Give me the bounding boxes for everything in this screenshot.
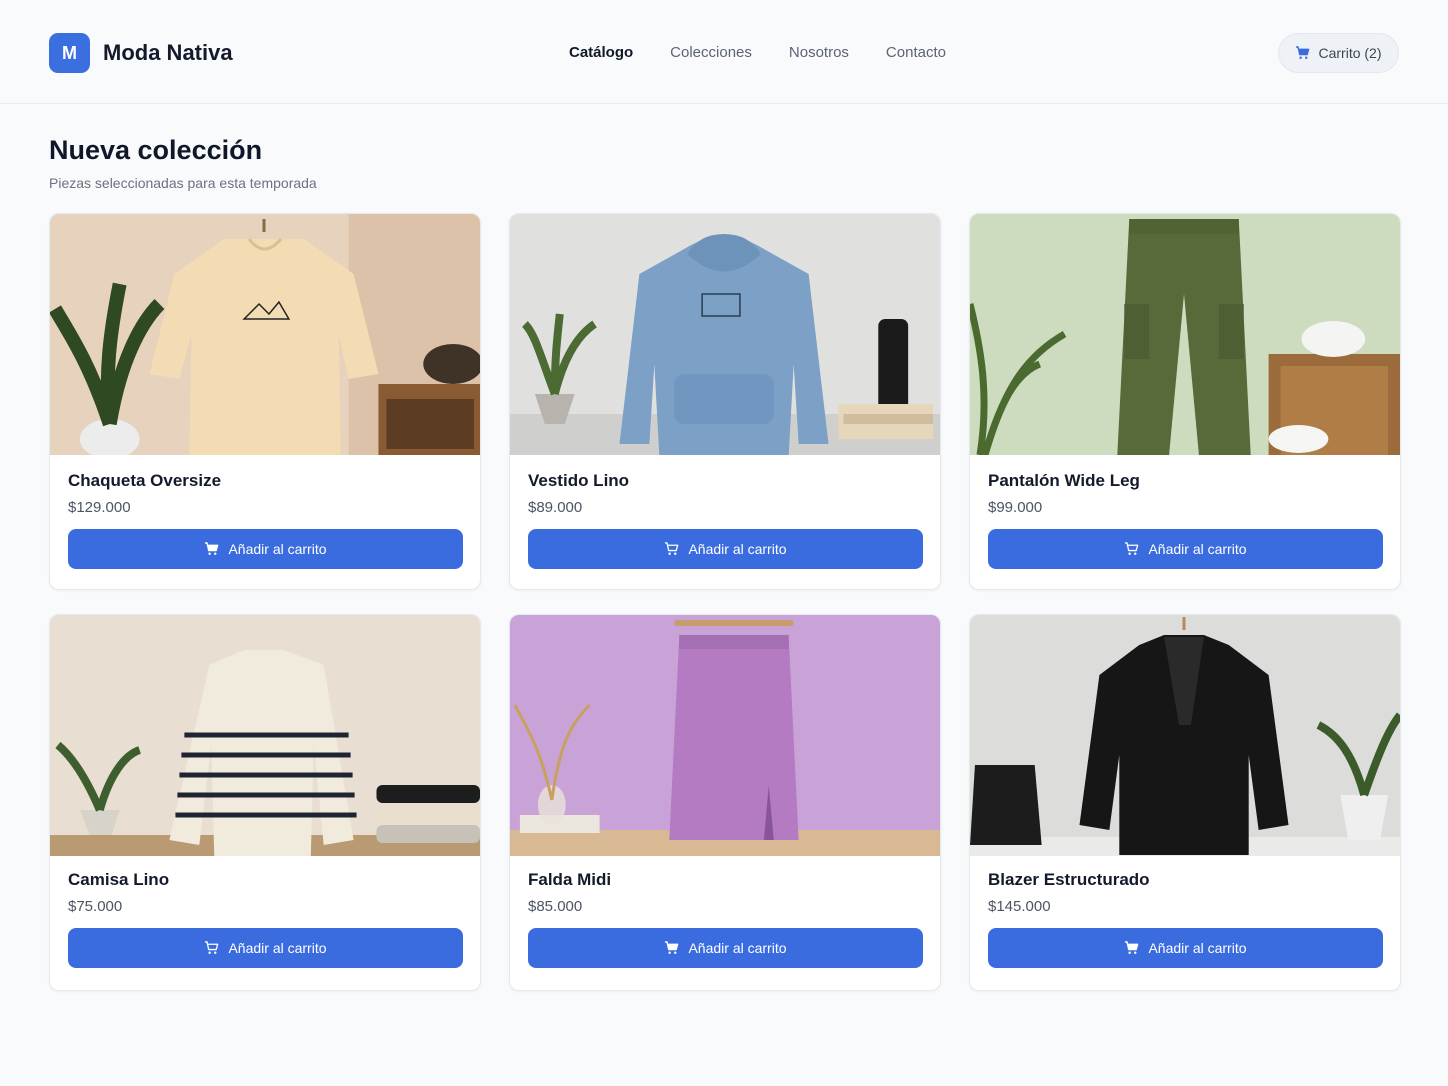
add-to-cart-button[interactable]: Añadir al carrito [988,529,1383,569]
brand-logo[interactable]: M Moda Nativa [49,33,233,73]
add-to-cart-label: Añadir al carrito [228,541,327,557]
product-card[interactable]: Falda Midi $85.000 Añadir al carrito [509,614,941,991]
add-to-cart-label: Añadir al carrito [1148,541,1247,557]
product-price: $89.000 [528,499,583,516]
add-to-cart-label: Añadir al carrito [1148,940,1247,956]
product-name: Falda Midi [528,870,612,889]
brand-name: Moda Nativa [103,40,233,65]
purple-skirt-photo[interactable] [510,615,940,856]
nav-item-catalogo[interactable]: Catálogo [569,44,633,61]
cart-icon [205,542,219,555]
main-nav: Catálogo Colecciones Nosotros Contacto [569,44,946,61]
section-title: Nueva colección [49,135,263,165]
add-to-cart-label: Añadir al carrito [228,940,327,956]
product-price: $99.000 [988,499,1043,516]
add-to-cart-button[interactable]: Añadir al carrito [68,529,463,569]
product-card[interactable]: Vestido Lino $89.000 Añadir al carrito [509,213,941,590]
add-to-cart-button[interactable]: Añadir al carrito [528,928,923,968]
cart-icon [205,941,219,954]
cart-icon [1125,941,1139,954]
cart-icon [665,542,679,555]
nav-item-colecciones[interactable]: Colecciones [670,44,752,61]
cart-label: Carrito (2) [1318,45,1382,61]
add-to-cart-button[interactable]: Añadir al carrito [528,529,923,569]
add-to-cart-button[interactable]: Añadir al carrito [68,928,463,968]
product-price: $75.000 [68,898,123,915]
product-price: $85.000 [528,898,583,915]
black-blazer-photo[interactable] [970,615,1400,856]
blue-hoodie-photo[interactable] [510,214,940,455]
product-name: Vestido Lino [528,471,630,490]
cream-tshirt-photo[interactable] [50,214,480,455]
striped-sweater-photo[interactable] [50,615,480,856]
product-card[interactable]: Pantalón Wide Leg $99.000 Añadir al carr… [969,213,1401,590]
product-name: Blazer Estructurado [988,870,1150,889]
site-header: M Moda Nativa Catálogo Colecciones Nosot… [0,0,1448,104]
product-card[interactable]: Blazer Estructurado $145.000 Añadir al c… [969,614,1401,991]
product-name: Camisa Lino [68,870,170,889]
logo-mark: M [49,33,90,73]
add-to-cart-button[interactable]: Añadir al carrito [988,928,1383,968]
add-to-cart-label: Añadir al carrito [688,541,787,557]
cart-icon [1125,542,1139,555]
product-price: $145.000 [988,898,1051,915]
add-to-cart-label: Añadir al carrito [688,940,787,956]
cart-icon [1296,46,1310,59]
product-card[interactable]: Camisa Lino $75.000 Añadir al carrito [49,614,481,991]
product-grid: Chaqueta Oversize $129.000 Añadir al car… [49,213,1401,991]
olive-cargo-pants-photo[interactable] [970,214,1400,455]
cart-icon [665,941,679,954]
product-name: Chaqueta Oversize [68,471,222,490]
cart-button[interactable]: Carrito (2) [1278,33,1399,73]
section-subtitle: Piezas seleccionadas para esta temporada [49,175,317,191]
nav-item-nosotros[interactable]: Nosotros [789,44,849,61]
product-card[interactable]: Chaqueta Oversize $129.000 Añadir al car… [49,213,481,590]
product-price: $129.000 [68,499,131,516]
nav-item-contacto[interactable]: Contacto [886,44,946,61]
product-name: Pantalón Wide Leg [988,471,1140,490]
